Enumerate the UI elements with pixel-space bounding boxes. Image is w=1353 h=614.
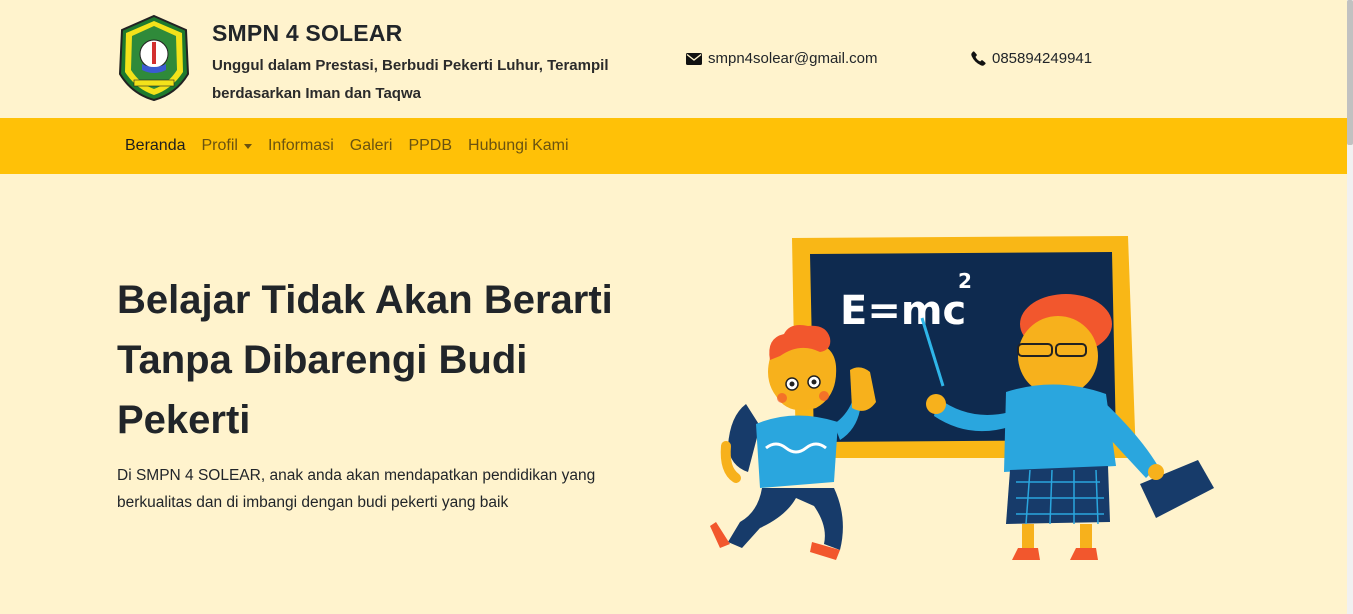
nav-item-galeri[interactable]: Galeri xyxy=(342,137,401,155)
school-logo[interactable] xyxy=(116,14,192,102)
email-text: smpn4solear@gmail.com xyxy=(708,50,878,67)
phone-icon xyxy=(971,51,986,66)
board-superscript: 2 xyxy=(958,269,972,293)
contact-email[interactable]: smpn4solear@gmail.com xyxy=(686,50,877,67)
page-scrollbar[interactable] xyxy=(1347,0,1353,614)
nav-item-informasi[interactable]: Informasi xyxy=(260,137,342,155)
teacher-student-illustration: E=mc 2 xyxy=(710,236,1214,560)
nav-item-profil-label: Profil xyxy=(201,137,238,154)
nav-item-beranda[interactable]: Beranda xyxy=(117,137,194,155)
main-navbar: Beranda Profil Informasi Galeri PPDB Hub… xyxy=(0,118,1347,174)
top-header: SMPN 4 SOLEAR Unggul dalam Prestasi, Ber… xyxy=(0,0,1347,118)
envelope-icon xyxy=(686,52,702,65)
nav-item-profil[interactable]: Profil xyxy=(194,137,260,155)
contact-phone[interactable]: 085894249941 xyxy=(971,50,1092,67)
phone-text: 085894249941 xyxy=(992,50,1093,67)
scrollbar-thumb[interactable] xyxy=(1347,0,1353,145)
nav-item-ppdb[interactable]: PPDB xyxy=(400,137,460,155)
caret-down-icon xyxy=(243,143,252,149)
school-name: SMPN 4 SOLEAR xyxy=(212,20,403,46)
hero-description: Di SMPN 4 SOLEAR, anak anda akan mendapa… xyxy=(117,467,596,511)
hero-title: Belajar Tidak Akan Berarti Tanpa Dibaren… xyxy=(117,278,613,442)
board-equation: E=mc xyxy=(840,288,966,334)
nav-item-hubungi-kami[interactable]: Hubungi Kami xyxy=(460,137,577,155)
school-tagline: Unggul dalam Prestasi, Berbudi Pekerti L… xyxy=(212,57,609,102)
